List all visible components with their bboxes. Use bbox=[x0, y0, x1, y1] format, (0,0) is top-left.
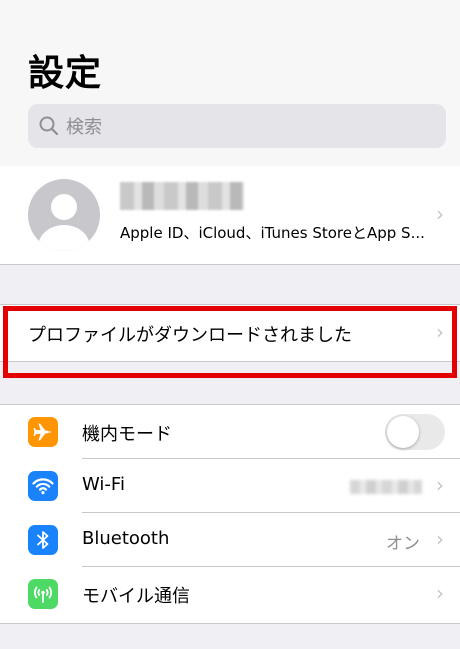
airplane-mode-toggle[interactable] bbox=[385, 414, 445, 450]
airplane-mode-label: 機内モード bbox=[82, 424, 172, 445]
chevron-right-icon: › bbox=[436, 202, 444, 226]
chevron-right-icon: › bbox=[436, 473, 444, 497]
wifi-row[interactable]: Wi-Fi › bbox=[0, 459, 460, 513]
wifi-icon bbox=[28, 471, 58, 501]
bluetooth-status: オン bbox=[386, 534, 420, 554]
settings-header: 設定 検索 bbox=[0, 0, 460, 166]
chevron-right-icon: › bbox=[436, 581, 444, 605]
search-placeholder: 検索 bbox=[66, 117, 102, 138]
airplane-icon bbox=[28, 417, 58, 447]
account-name-blurred bbox=[120, 182, 244, 210]
divider bbox=[0, 264, 460, 265]
toggle-knob bbox=[387, 416, 419, 448]
airplane-mode-row[interactable]: 機内モード bbox=[0, 405, 460, 459]
avatar bbox=[28, 179, 100, 251]
chevron-right-icon: › bbox=[436, 527, 444, 551]
apple-id-subtitle: Apple ID、iCloud、iTunes StoreとApp S... bbox=[120, 224, 425, 242]
bluetooth-row[interactable]: Bluetooth オン › bbox=[0, 513, 460, 567]
cellular-label: モバイル通信 bbox=[82, 586, 190, 607]
highlight-box bbox=[3, 306, 457, 378]
cellular-icon bbox=[28, 579, 58, 609]
bluetooth-icon bbox=[28, 525, 58, 555]
search-input[interactable]: 検索 bbox=[28, 104, 446, 148]
page-title: 設定 bbox=[28, 53, 103, 94]
search-icon bbox=[39, 116, 59, 136]
divider bbox=[0, 623, 460, 624]
bluetooth-label: Bluetooth bbox=[82, 528, 170, 549]
person-icon bbox=[38, 194, 90, 251]
wifi-label: Wi-Fi bbox=[82, 474, 125, 495]
settings-group: 機内モード Wi-Fi › Bluetooth オン › モバイル通信 › bbox=[0, 405, 460, 623]
wifi-network-blurred bbox=[350, 480, 422, 494]
cellular-row[interactable]: モバイル通信 › bbox=[0, 567, 460, 621]
apple-id-row[interactable]: Apple ID、iCloud、iTunes StoreとApp S... › bbox=[0, 166, 460, 264]
